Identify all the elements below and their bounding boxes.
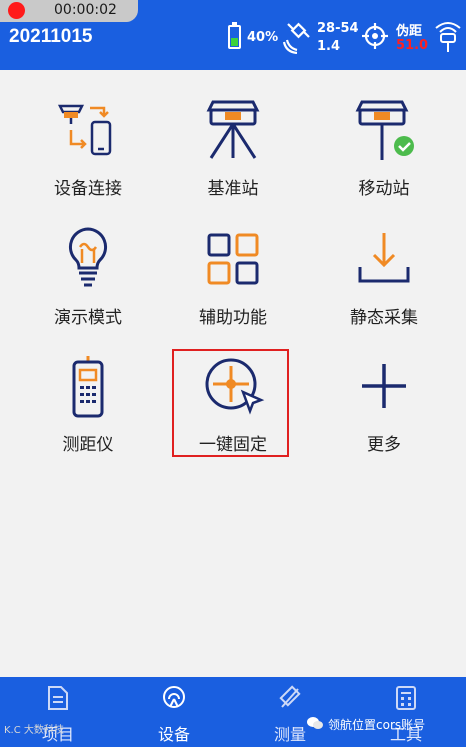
calculator-icon xyxy=(396,686,416,710)
tile-rangefinder[interactable]: 测距仪 xyxy=(18,354,158,474)
tile-label: 更多 xyxy=(367,435,401,455)
bottom-tab-bar: 项目 设备 测量 工具 xyxy=(0,677,466,747)
record-dot-icon xyxy=(8,2,25,19)
tile-more[interactable]: 更多 xyxy=(314,354,454,474)
tile-label: 辅助功能 xyxy=(199,308,267,328)
screen-recording-indicator[interactable]: 00:00:02 xyxy=(0,0,138,22)
battery-fill xyxy=(231,38,238,46)
tab-device[interactable]: 设备 xyxy=(116,677,232,747)
battery-percent: 40% xyxy=(247,30,279,45)
tab-project[interactable]: 项目 xyxy=(0,677,116,747)
tab-label: 设备 xyxy=(157,725,190,744)
pdop-value: 1.4 xyxy=(317,39,341,54)
tab-tools[interactable]: 工具 xyxy=(348,677,464,747)
plus-icon xyxy=(362,364,406,408)
tile-base-station[interactable]: 基准站 xyxy=(163,98,303,218)
tile-label: 设备连接 xyxy=(54,179,122,199)
satellite-count: 28-54 xyxy=(317,21,359,36)
differential-age: 51.0 xyxy=(396,38,429,53)
wechat-icon xyxy=(307,717,323,729)
tile-device-connect[interactable]: 设备连接 xyxy=(18,98,158,218)
survey-icon xyxy=(279,685,301,708)
grid-tools-icon xyxy=(207,233,259,285)
tile-rover-station[interactable]: 移动站 xyxy=(314,98,454,218)
download-icon xyxy=(358,233,410,283)
tab-survey[interactable]: 测量 xyxy=(232,677,348,747)
radio-link-icon[interactable] xyxy=(432,20,464,54)
watermark-left: K.C 大数科技 xyxy=(4,725,64,736)
lightbulb-icon xyxy=(68,227,108,287)
device-connect-icon xyxy=(57,104,112,156)
tile-static-collect[interactable]: 静态采集 xyxy=(314,227,454,347)
status-bar: 00:00:02 20211015 40% 28-54 1.4 伪距 51.0 xyxy=(0,0,466,70)
tile-label: 测距仪 xyxy=(62,435,114,455)
crosshair-icon[interactable] xyxy=(361,22,389,50)
antenna-icon xyxy=(163,686,185,708)
rover-station-icon xyxy=(355,100,414,160)
watermark-right: 领航位置cors账号 xyxy=(328,718,426,732)
solution-status: 伪距 xyxy=(396,24,423,39)
battery-icon xyxy=(228,22,241,49)
tile-label: 静态采集 xyxy=(350,308,418,328)
tile-label: 基准站 xyxy=(207,179,259,199)
document-icon xyxy=(48,686,68,710)
recording-time: 00:00:02 xyxy=(54,2,117,18)
tile-demo-mode[interactable]: 演示模式 xyxy=(18,227,158,347)
satellite-icon[interactable] xyxy=(283,20,313,54)
highlight-box xyxy=(172,349,289,457)
tile-label: 移动站 xyxy=(358,179,410,199)
base-station-icon xyxy=(206,100,260,159)
tile-label: 演示模式 xyxy=(54,308,122,328)
rangefinder-icon xyxy=(72,356,104,418)
tile-assist-functions[interactable]: 辅助功能 xyxy=(163,227,303,347)
project-name[interactable]: 20211015 xyxy=(9,26,93,48)
